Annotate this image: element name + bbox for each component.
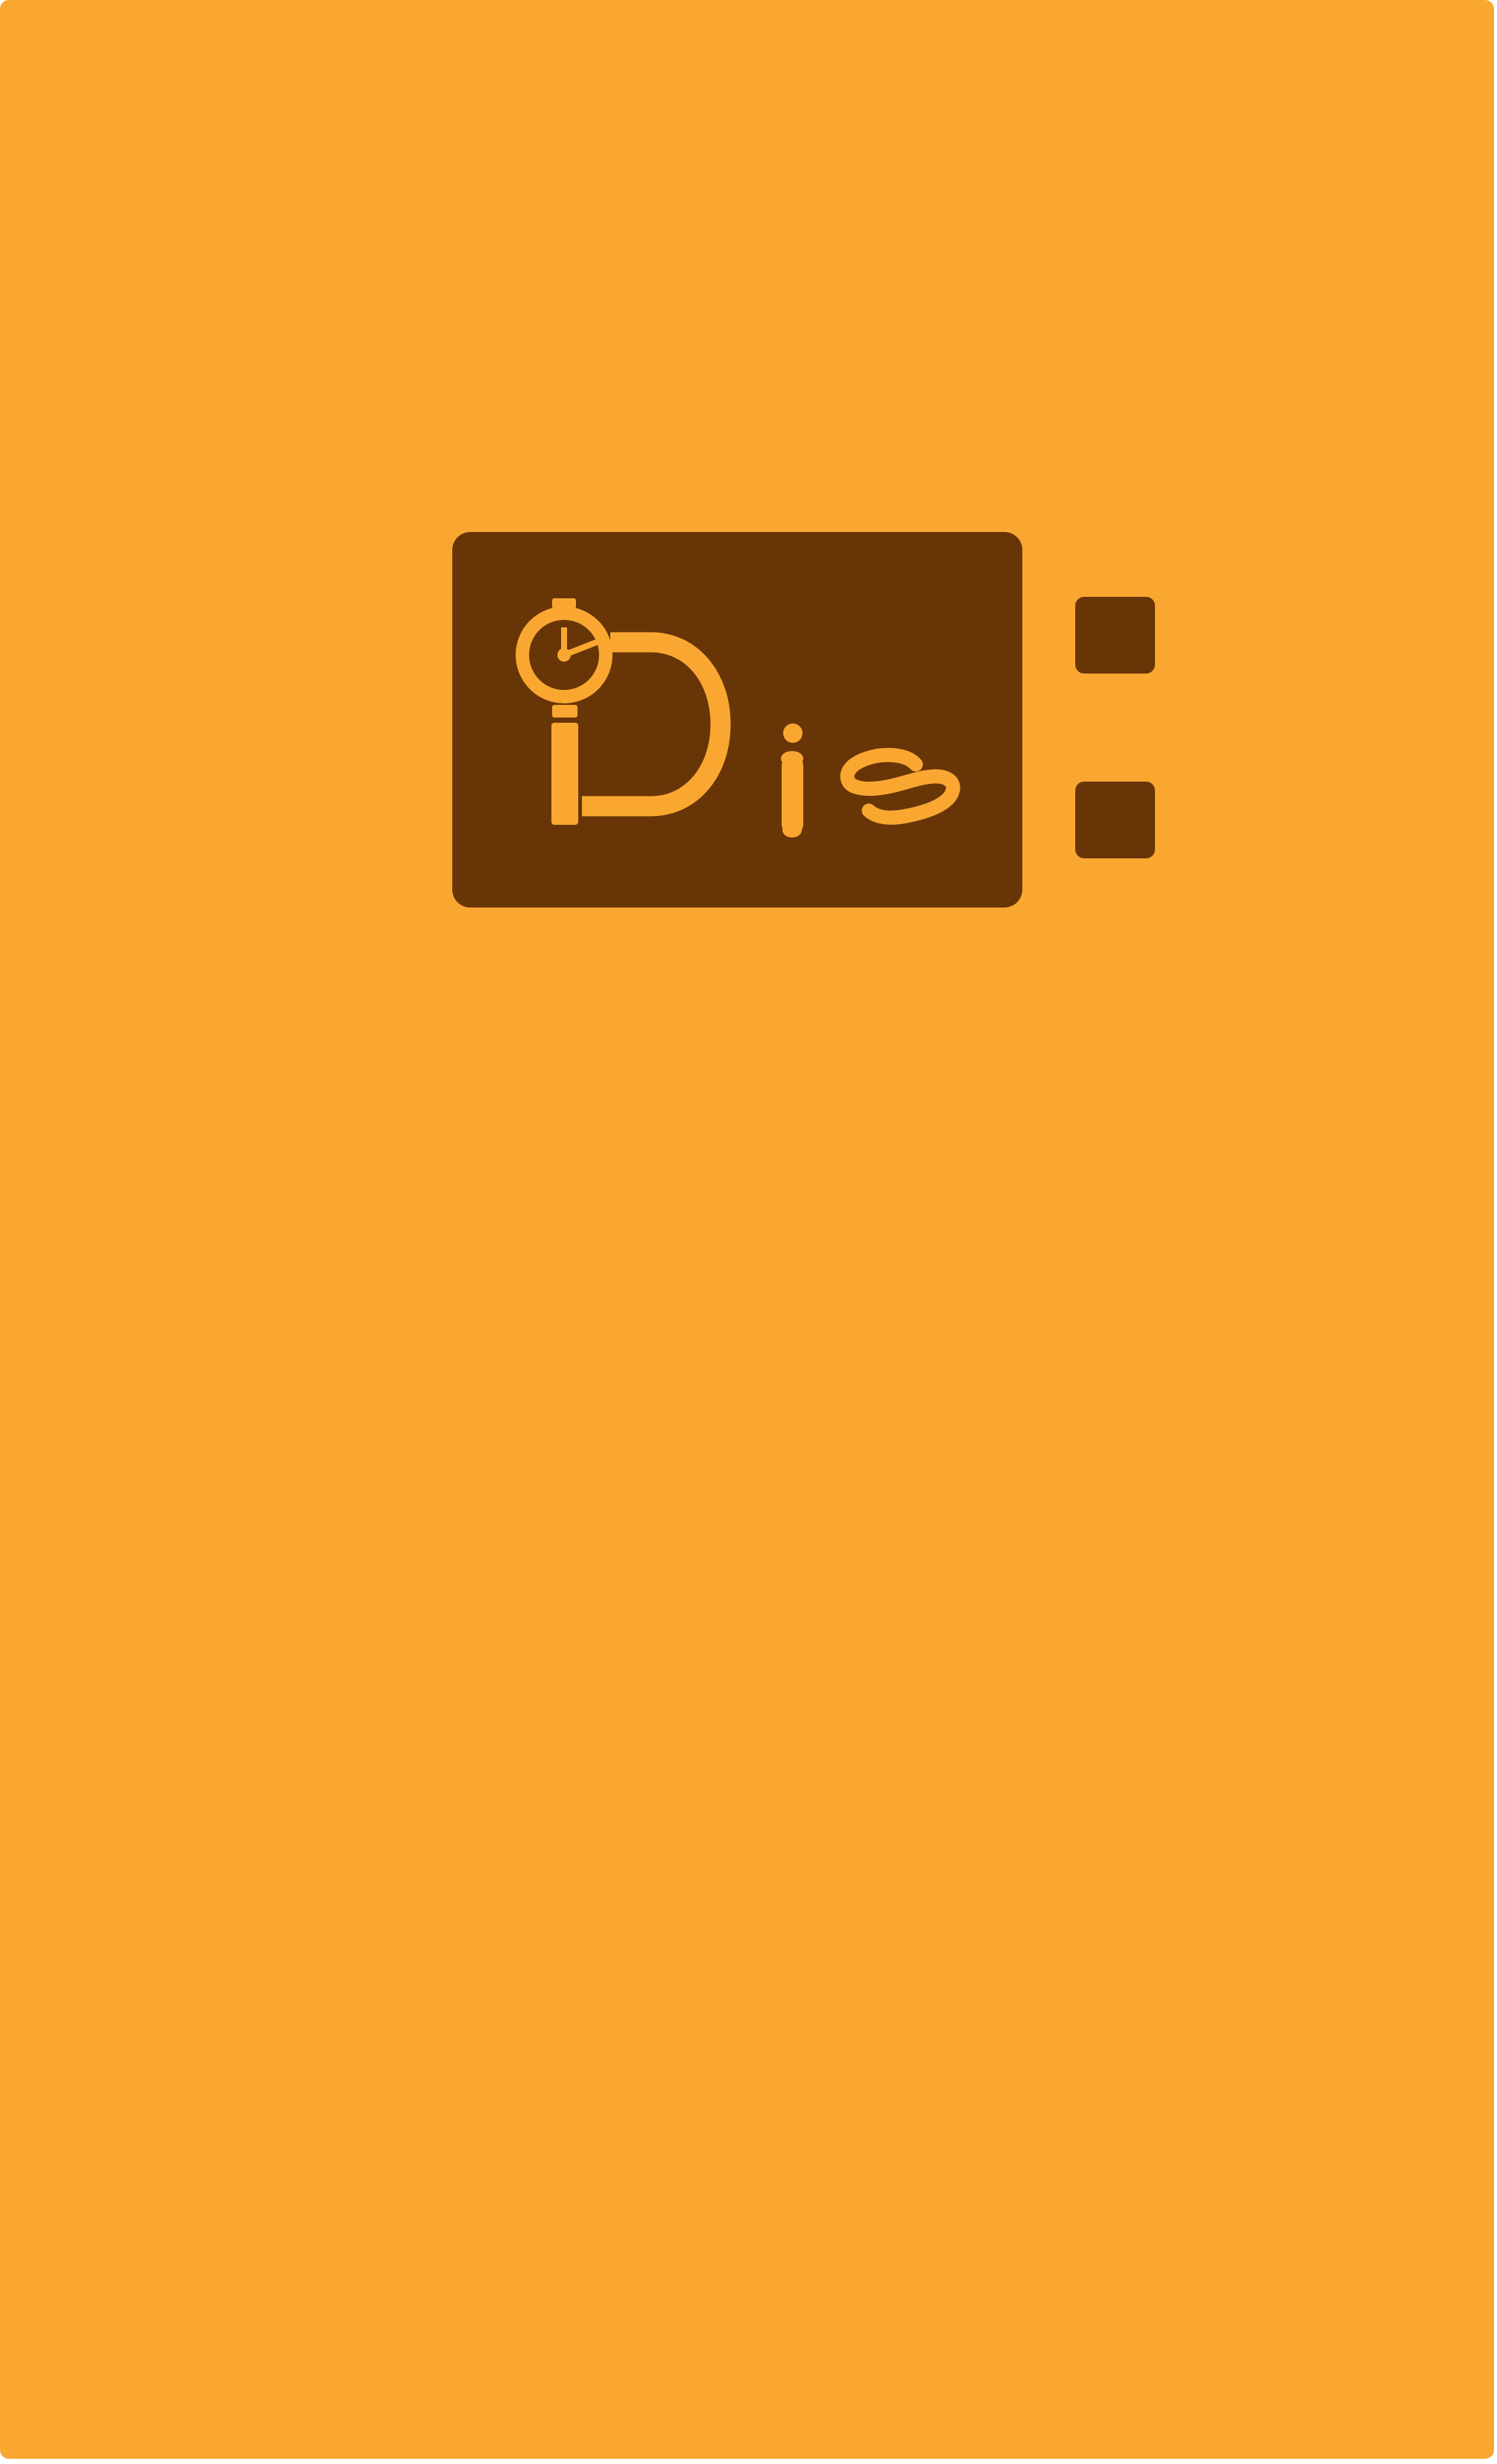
splash-screen bbox=[0, 0, 1494, 2459]
stopwatch-i-logo-icon bbox=[516, 598, 960, 837]
square-icon-top bbox=[1075, 597, 1155, 674]
square-icon-bottom bbox=[1075, 782, 1155, 858]
app-logo-card bbox=[452, 532, 1022, 908]
